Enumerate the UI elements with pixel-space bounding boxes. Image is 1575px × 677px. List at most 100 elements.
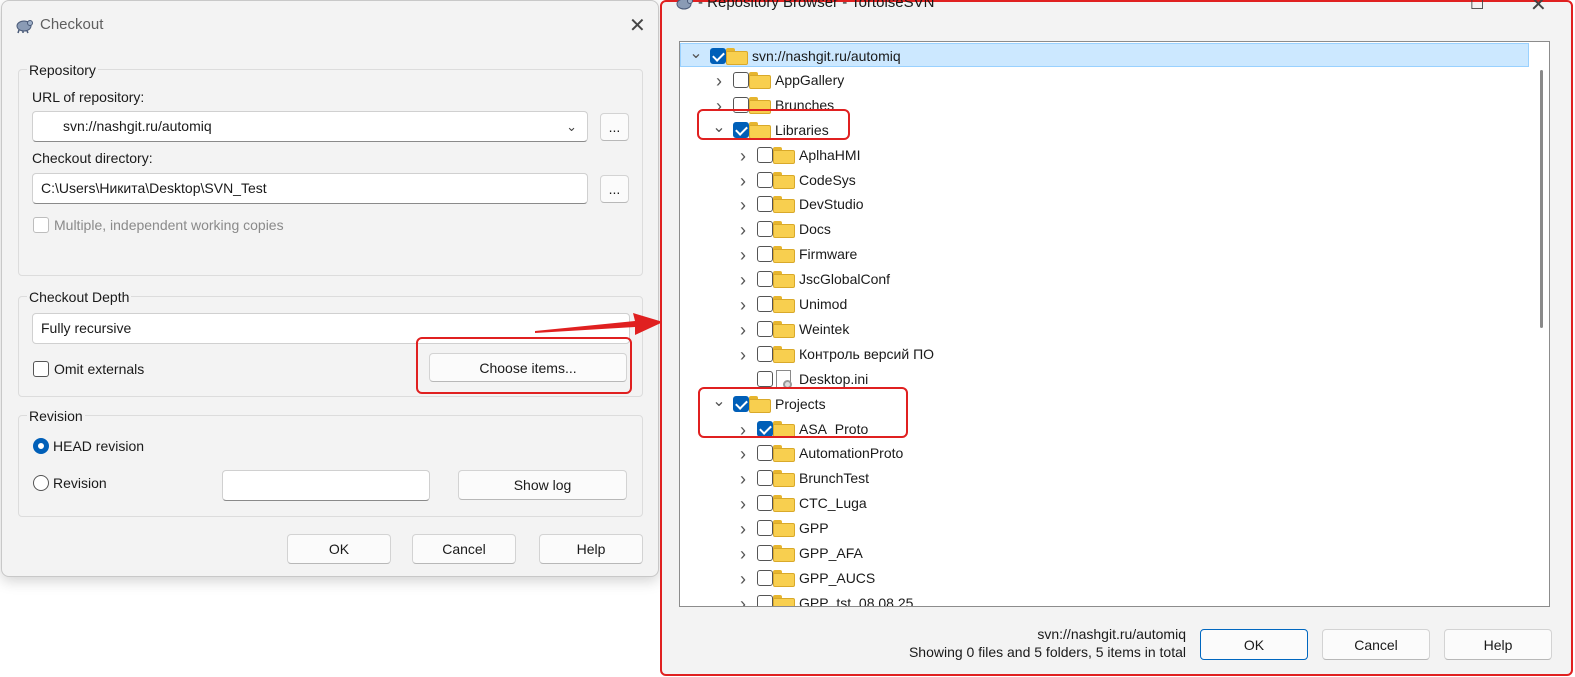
tree-item-checkbox[interactable] xyxy=(757,545,773,561)
chevron-right-icon[interactable]: › xyxy=(736,544,750,565)
tree-item[interactable]: › GPP xyxy=(680,516,1520,540)
tree-item-checkbox[interactable] xyxy=(757,146,773,163)
tree-item-label: Docs xyxy=(799,221,831,238)
tree-item[interactable]: › JscGlobalConf xyxy=(680,267,1520,291)
chevron-down-icon[interactable]: ⌄ xyxy=(689,43,703,63)
tree-item[interactable]: › GPP_AFA xyxy=(680,541,1520,565)
revision-field[interactable] xyxy=(222,470,430,501)
tree-item-checkbox[interactable] xyxy=(757,495,773,512)
tree-item-checkbox[interactable] xyxy=(710,48,726,64)
ok-button[interactable]: OK xyxy=(287,534,391,564)
tree-item-checkbox[interactable] xyxy=(757,171,773,188)
directory-browse-button[interactable]: ... xyxy=(600,175,629,203)
tree-item[interactable]: ⌄ svn://nashgit.ru/automiq xyxy=(680,43,1529,67)
tree-item[interactable]: › GPP_AUCS xyxy=(680,566,1520,590)
tree-item-label: CodeSys xyxy=(799,171,856,188)
cancel-button[interactable]: Cancel xyxy=(412,534,516,564)
maximize-icon[interactable]: ☐ xyxy=(1470,0,1484,14)
tree-scrollbar[interactable] xyxy=(1540,70,1543,328)
tree-item[interactable]: › Weintek xyxy=(680,317,1520,341)
chevron-right-icon[interactable]: › xyxy=(736,295,750,316)
tree-item[interactable]: › CTC_Luga xyxy=(680,491,1520,515)
tree-item-checkbox[interactable] xyxy=(757,569,773,586)
tree-item-checkbox[interactable] xyxy=(757,271,773,288)
tree-item-checkbox[interactable] xyxy=(757,320,773,337)
tree-item[interactable]: › AppGallery xyxy=(680,68,1520,92)
tree-item-checkbox[interactable] xyxy=(757,196,773,213)
omit-externals-checkbox[interactable] xyxy=(33,361,49,377)
depth-group-label: Checkout Depth xyxy=(27,289,132,305)
tree-item-checkbox[interactable] xyxy=(757,345,773,362)
tree-item[interactable]: ⌄ Libraries xyxy=(680,118,1520,142)
show-log-button[interactable]: Show log xyxy=(458,470,627,500)
help-button[interactable]: Help xyxy=(539,534,643,564)
close-icon[interactable]: ✕ xyxy=(629,13,646,38)
tree-item-label: Weintek xyxy=(799,320,850,337)
chevron-right-icon[interactable]: › xyxy=(736,420,750,441)
head-revision-radio[interactable] xyxy=(33,438,49,454)
folder-icon xyxy=(773,221,795,239)
tree-item[interactable]: › AutomationProto xyxy=(680,441,1520,465)
chevron-right-icon[interactable]: › xyxy=(736,569,750,590)
chevron-right-icon[interactable]: › xyxy=(736,444,750,465)
close-icon[interactable]: ✕ xyxy=(1530,0,1547,17)
choose-items-button[interactable]: Choose items... xyxy=(429,353,627,382)
chevron-right-icon[interactable]: › xyxy=(736,320,750,341)
chevron-right-icon[interactable]: › xyxy=(736,171,750,192)
tree-item-label: AppGallery xyxy=(775,71,845,88)
tree-item-checkbox[interactable] xyxy=(757,445,773,462)
checkout-directory-field[interactable]: C:\Users\Никита\Desktop\SVN_Test xyxy=(32,173,588,204)
tree-item-checkbox[interactable] xyxy=(757,420,773,437)
repo-cancel-button[interactable]: Cancel xyxy=(1322,629,1430,660)
tree-item-checkbox[interactable] xyxy=(757,594,773,606)
tree-item[interactable]: › GPP_tst_08.08.25 xyxy=(680,591,1520,606)
revision-radio[interactable] xyxy=(33,475,49,491)
tree-item-checkbox[interactable] xyxy=(757,470,773,487)
tree-item[interactable]: › Docs xyxy=(680,217,1520,241)
chevron-down-icon[interactable]: ⌄ xyxy=(712,117,726,137)
tree-item[interactable]: › BrunchTest xyxy=(680,466,1520,490)
repo-help-button[interactable]: Help xyxy=(1444,629,1552,660)
tree-item-checkbox[interactable] xyxy=(733,71,749,88)
chevron-right-icon[interactable]: › xyxy=(736,594,750,606)
chevron-right-icon[interactable]: › xyxy=(736,469,750,490)
chevron-right-icon[interactable]: › xyxy=(736,345,750,366)
chevron-right-icon[interactable]: › xyxy=(736,519,750,540)
multiple-copies-checkbox[interactable] xyxy=(33,217,49,233)
tree-item[interactable]: Desktop.ini xyxy=(680,367,1520,391)
tree-item[interactable]: › ASA_Proto xyxy=(680,417,1520,441)
tree-item-checkbox[interactable] xyxy=(733,395,749,412)
chevron-right-icon[interactable]: › xyxy=(736,494,750,515)
url-browse-button[interactable]: ... xyxy=(600,113,629,141)
chevron-right-icon[interactable]: › xyxy=(736,270,750,291)
chevron-right-icon[interactable]: › xyxy=(736,220,750,241)
repository-tree[interactable]: ⌄ svn://nashgit.ru/automiq › AppGallery › Bru… xyxy=(679,41,1550,607)
tree-item-checkbox[interactable] xyxy=(733,96,749,113)
chevron-right-icon[interactable]: › xyxy=(736,146,750,167)
tree-item[interactable]: › Brunches xyxy=(680,93,1520,117)
chevron-right-icon[interactable]: › xyxy=(712,71,726,92)
folder-icon xyxy=(773,171,795,189)
chevron-right-icon[interactable]: › xyxy=(712,96,726,117)
chevron-down-icon[interactable]: ⌄ xyxy=(712,391,726,411)
tree-item[interactable]: › Firmware xyxy=(680,242,1520,266)
chevron-right-icon[interactable]: › xyxy=(736,195,750,216)
repo-ok-button[interactable]: OK xyxy=(1200,629,1308,660)
folder-icon xyxy=(773,470,795,488)
tree-item-checkbox[interactable] xyxy=(757,221,773,238)
tree-item[interactable]: ⌄ Projects xyxy=(680,392,1520,416)
tree-item-checkbox[interactable] xyxy=(757,520,773,537)
tree-item[interactable]: › Unimod xyxy=(680,292,1520,316)
tree-item-checkbox[interactable] xyxy=(757,370,773,387)
tree-item-checkbox[interactable] xyxy=(757,246,773,263)
chevron-down-icon[interactable]: ⌄ xyxy=(566,119,577,135)
tree-item[interactable]: › CodeSys xyxy=(680,168,1520,192)
tree-item-label: GPP_AFA xyxy=(799,545,863,561)
chevron-right-icon[interactable]: › xyxy=(736,245,750,266)
url-combobox[interactable]: svn://nashgit.ru/automiq ⌄ xyxy=(32,111,588,142)
tree-item[interactable]: › DevStudio xyxy=(680,192,1520,216)
tree-item[interactable]: › AplhaHMI xyxy=(680,143,1520,167)
tree-item-checkbox[interactable] xyxy=(733,121,749,138)
tree-item-checkbox[interactable] xyxy=(757,296,773,312)
tree-item[interactable]: › Контроль версий ПО xyxy=(680,342,1520,366)
